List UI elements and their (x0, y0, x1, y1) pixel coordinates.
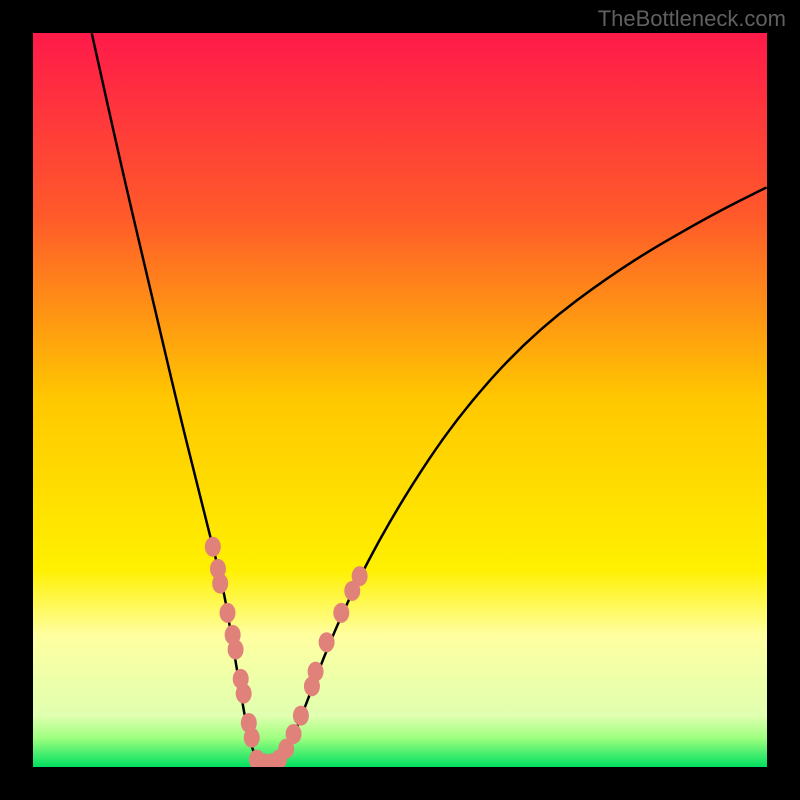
data-point (228, 640, 244, 660)
data-point (212, 574, 228, 594)
chart-svg (33, 33, 767, 767)
data-point (205, 537, 221, 557)
data-point (244, 728, 260, 748)
data-point (286, 724, 302, 744)
data-point (220, 603, 236, 623)
data-point (308, 662, 324, 682)
data-point (333, 603, 349, 623)
data-point (319, 632, 335, 652)
data-point (293, 706, 309, 726)
chart-plot-area (33, 33, 767, 767)
data-point (352, 566, 368, 586)
watermark-text: TheBottleneck.com (598, 6, 786, 32)
chart-background (33, 33, 767, 767)
data-point (236, 684, 252, 704)
